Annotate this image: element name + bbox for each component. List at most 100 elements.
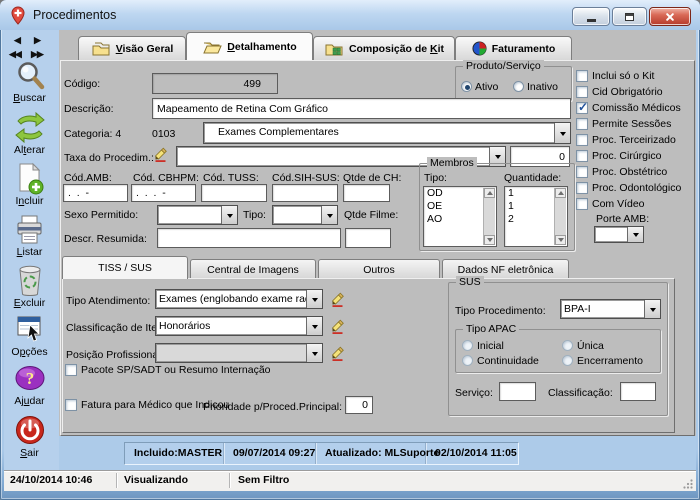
dropdown-arrow-icon[interactable] bbox=[306, 344, 322, 362]
inclui-so-o-kit-checkbox[interactable] bbox=[576, 70, 588, 82]
resize-grip[interactable] bbox=[683, 479, 693, 489]
sidebar-item-label: Ajudar bbox=[4, 395, 55, 407]
nav-next-button[interactable]: ▶ bbox=[34, 35, 40, 46]
membros-tipo-list[interactable]: OD OE AO bbox=[423, 186, 497, 247]
sidebar-item-sair[interactable]: Sair bbox=[4, 414, 55, 459]
sidebar-item-excluir[interactable]: Excluir bbox=[4, 264, 55, 309]
codigo-field[interactable]: 499 bbox=[152, 73, 278, 94]
permite-sessoes-checkbox[interactable] bbox=[576, 118, 588, 130]
ativo-radio-label[interactable]: Ativo bbox=[475, 81, 498, 93]
comissao-medicos-checkbox[interactable] bbox=[576, 102, 588, 114]
edit-lookup-icon[interactable] bbox=[329, 318, 346, 335]
edit-lookup-icon[interactable] bbox=[329, 345, 346, 362]
proc-obstetrico-checkbox[interactable] bbox=[576, 166, 588, 178]
inativo-radio[interactable] bbox=[513, 81, 524, 92]
proc-odontologico-checkbox[interactable] bbox=[576, 182, 588, 194]
edit-lookup-icon[interactable] bbox=[152, 146, 169, 163]
apac-continuidade-radio[interactable] bbox=[462, 355, 473, 366]
porte-amb-select[interactable] bbox=[594, 226, 644, 243]
sidebar-item-listar[interactable]: Listar bbox=[4, 214, 55, 258]
scrollbar[interactable] bbox=[554, 188, 566, 245]
proc-terceirizado-checkbox[interactable] bbox=[576, 134, 588, 146]
add-document-icon bbox=[16, 162, 44, 195]
membros-quantidade-list[interactable]: 1 1 2 bbox=[504, 186, 568, 247]
subtab-central-de-imagens[interactable]: Central de Imagens bbox=[190, 259, 316, 279]
proc-obstetrico-label[interactable]: Proc. Obstétrico bbox=[592, 166, 667, 178]
cod-sih-sus-field[interactable] bbox=[272, 184, 338, 202]
scroll-up-icon[interactable] bbox=[484, 188, 495, 198]
nav-last-button[interactable]: ▶▶ bbox=[31, 49, 43, 60]
dropdown-arrow-icon[interactable] bbox=[221, 206, 237, 224]
pacote-sp-sadt-label[interactable]: Pacote SP/SADT ou Resumo Internação bbox=[81, 364, 271, 376]
apac-inicial-label[interactable]: Inicial bbox=[477, 340, 504, 352]
dropdown-arrow-icon[interactable] bbox=[554, 123, 570, 143]
cid-obrigatorio-checkbox[interactable] bbox=[576, 86, 588, 98]
sidebar-item-opcoes[interactable]: Opções bbox=[4, 314, 55, 358]
sidebar-item-buscar[interactable]: Buscar bbox=[4, 60, 55, 104]
sexo-permitido-select[interactable] bbox=[157, 205, 238, 225]
scroll-down-icon[interactable] bbox=[484, 235, 495, 245]
proc-cirurgico-checkbox[interactable] bbox=[576, 150, 588, 162]
descr-resumida-field[interactable] bbox=[157, 228, 341, 248]
pacote-sp-sadt-checkbox[interactable] bbox=[65, 364, 77, 376]
tab-label: Detalhamento bbox=[227, 41, 296, 53]
dropdown-arrow-icon[interactable] bbox=[306, 317, 322, 335]
tipo-select[interactable] bbox=[272, 205, 338, 225]
tab-faturamento[interactable]: Faturamento bbox=[455, 36, 572, 60]
proc-odontologico-label[interactable]: Proc. Odontológico bbox=[592, 182, 681, 194]
qtde-filme-field[interactable] bbox=[345, 228, 391, 248]
comissao-medicos-label[interactable]: Comissão Médicos bbox=[592, 102, 681, 114]
minimize-button[interactable] bbox=[572, 7, 610, 26]
categoria-select[interactable]: Exames Complementares bbox=[203, 122, 571, 144]
apac-encerramento-label[interactable]: Encerramento bbox=[577, 355, 643, 367]
scroll-down-icon[interactable] bbox=[555, 235, 566, 245]
sidebar-item-alterar[interactable]: Alterar bbox=[4, 111, 55, 156]
cod-cbhpm-field[interactable]: . . . - bbox=[131, 184, 196, 202]
restore-button[interactable] bbox=[612, 7, 647, 26]
subtab-outros[interactable]: Outros bbox=[318, 259, 440, 279]
inativo-radio-label[interactable]: Inativo bbox=[527, 81, 558, 93]
dropdown-arrow-icon[interactable] bbox=[644, 300, 660, 318]
com-video-checkbox[interactable] bbox=[576, 198, 588, 210]
inclui-so-o-kit-label[interactable]: Inclui só o Kit bbox=[592, 70, 654, 82]
qtde-ch-field[interactable] bbox=[343, 184, 390, 202]
cid-obrigatorio-label[interactable]: Cid Obrigatório bbox=[592, 86, 663, 98]
sidebar-item-incluir[interactable]: Incluir bbox=[4, 162, 55, 207]
tipo-procedimento-select[interactable]: BPA-I bbox=[560, 299, 661, 319]
apac-unica-label[interactable]: Única bbox=[577, 340, 604, 352]
apac-inicial-radio[interactable] bbox=[462, 340, 473, 351]
dropdown-arrow-icon[interactable] bbox=[306, 290, 322, 308]
dropdown-arrow-icon[interactable] bbox=[627, 227, 643, 242]
close-button[interactable] bbox=[649, 7, 691, 26]
nav-prev-button[interactable]: ◀ bbox=[14, 35, 20, 46]
scroll-up-icon[interactable] bbox=[555, 188, 566, 198]
permite-sessoes-label[interactable]: Permite Sessões bbox=[592, 118, 671, 130]
tab-detalhamento[interactable]: Detalhamento bbox=[186, 32, 313, 60]
nav-first-button[interactable]: ◀◀ bbox=[9, 49, 21, 60]
sus-classificacao-field[interactable] bbox=[620, 382, 656, 401]
proc-terceirizado-label[interactable]: Proc. Terceirizado bbox=[592, 134, 676, 146]
apac-continuidade-label[interactable]: Continuidade bbox=[477, 355, 539, 367]
dropdown-arrow-icon[interactable] bbox=[321, 206, 337, 224]
descricao-field[interactable]: Mapeamento de Retina Com Gráfico bbox=[152, 98, 571, 119]
subtab-tiss-sus[interactable]: TISS / SUS bbox=[62, 256, 188, 279]
apac-encerramento-radio[interactable] bbox=[562, 355, 573, 366]
cod-amb-field[interactable]: . . - bbox=[63, 184, 128, 202]
apac-unica-radio[interactable] bbox=[562, 340, 573, 351]
fatura-para-medico-checkbox[interactable] bbox=[65, 399, 77, 411]
tab-visao-geral[interactable]: Visão Geral bbox=[78, 36, 186, 60]
titlebar[interactable]: Procedimentos bbox=[0, 0, 700, 30]
classificacao-de-item-select[interactable]: Honorários bbox=[155, 316, 323, 336]
scrollbar[interactable] bbox=[483, 188, 495, 245]
servico-field[interactable] bbox=[499, 382, 536, 401]
tab-composicao-de-kit[interactable]: Composição de Kit bbox=[313, 36, 455, 60]
ativo-radio[interactable] bbox=[461, 81, 472, 92]
posicao-profissional-select[interactable] bbox=[155, 343, 323, 363]
sidebar-item-ajudar[interactable]: ? Ajudar bbox=[4, 364, 55, 407]
edit-lookup-icon[interactable] bbox=[329, 291, 346, 308]
tipo-atendimento-select[interactable]: Exames (englobando exame radioló bbox=[155, 289, 323, 309]
proc-cirurgico-label[interactable]: Proc. Cirúrgico bbox=[592, 150, 661, 162]
prioridade-field[interactable]: 0 bbox=[345, 396, 373, 414]
com-video-label[interactable]: Com Vídeo bbox=[592, 198, 645, 210]
cod-tuss-field[interactable] bbox=[201, 184, 267, 202]
